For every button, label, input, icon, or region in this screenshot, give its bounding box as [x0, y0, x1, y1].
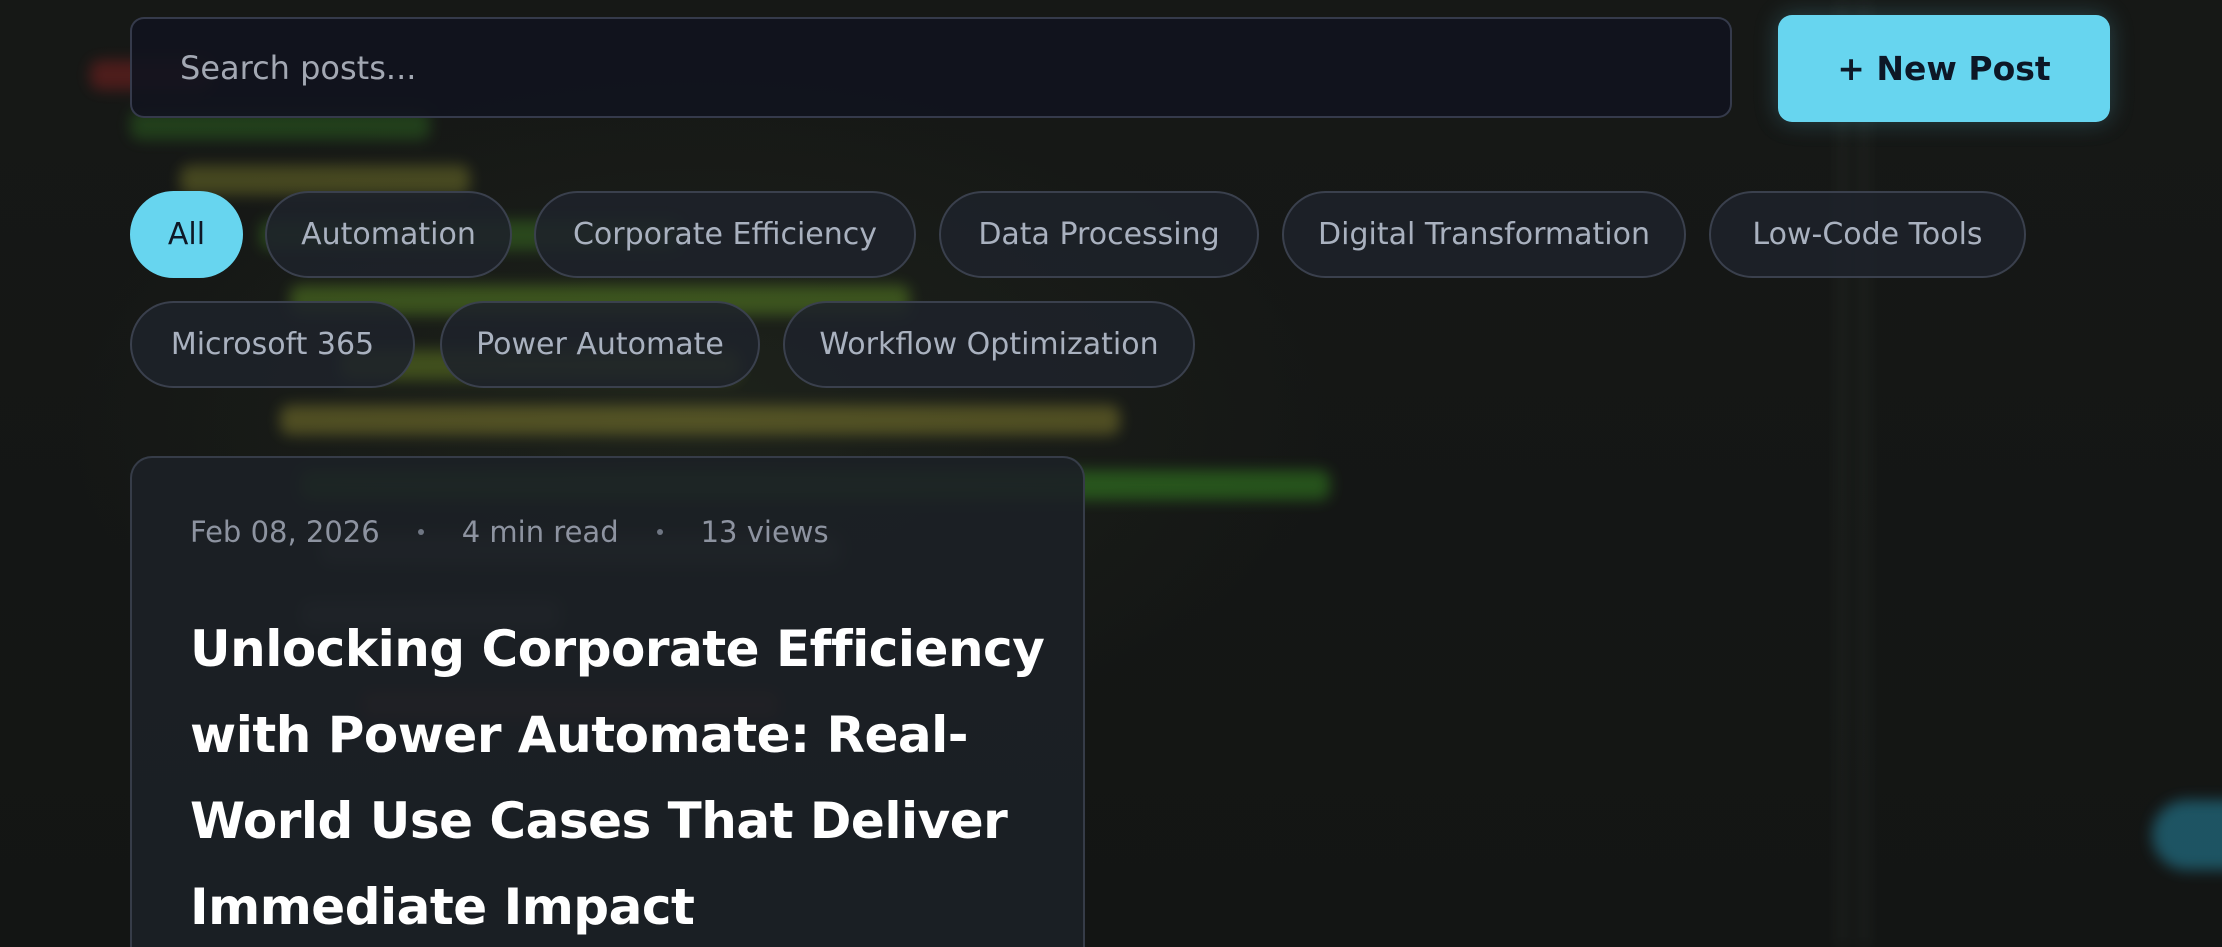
filter-chip-low-code-tools[interactable]: Low-Code Tools — [1709, 191, 2026, 278]
filter-chip-power-automate[interactable]: Power Automate — [440, 301, 760, 388]
post-views: 13 views — [700, 515, 829, 549]
separator-dot-icon — [417, 529, 424, 535]
search-box[interactable] — [130, 17, 1732, 118]
post-title[interactable]: Unlocking Corporate Efficiency with Powe… — [190, 606, 1050, 947]
filter-chip-all[interactable]: All — [130, 191, 243, 278]
filter-chip-corporate-efficiency[interactable]: Corporate Efficiency — [534, 191, 916, 278]
new-post-button[interactable]: + New Post — [1778, 15, 2110, 122]
filter-chip-data-processing[interactable]: Data Processing — [939, 191, 1259, 278]
post-card[interactable]: Feb 08, 2026 4 min read 13 views Unlocki… — [130, 456, 1085, 947]
filter-chip-digital-transformation[interactable]: Digital Transformation — [1282, 191, 1686, 278]
filter-chip-workflow-optimization[interactable]: Workflow Optimization — [783, 301, 1195, 388]
search-input[interactable] — [178, 47, 1730, 88]
post-date: Feb 08, 2026 — [190, 515, 380, 549]
separator-dot-icon — [656, 529, 663, 535]
filter-chip-automation[interactable]: Automation — [265, 191, 512, 278]
post-read-time: 4 min read — [461, 515, 619, 549]
post-meta: Feb 08, 2026 4 min read 13 views — [190, 515, 829, 549]
blog-page: + New Post All Automation Corporate Effi… — [0, 0, 2222, 947]
filter-chip-microsoft-365[interactable]: Microsoft 365 — [130, 301, 415, 388]
